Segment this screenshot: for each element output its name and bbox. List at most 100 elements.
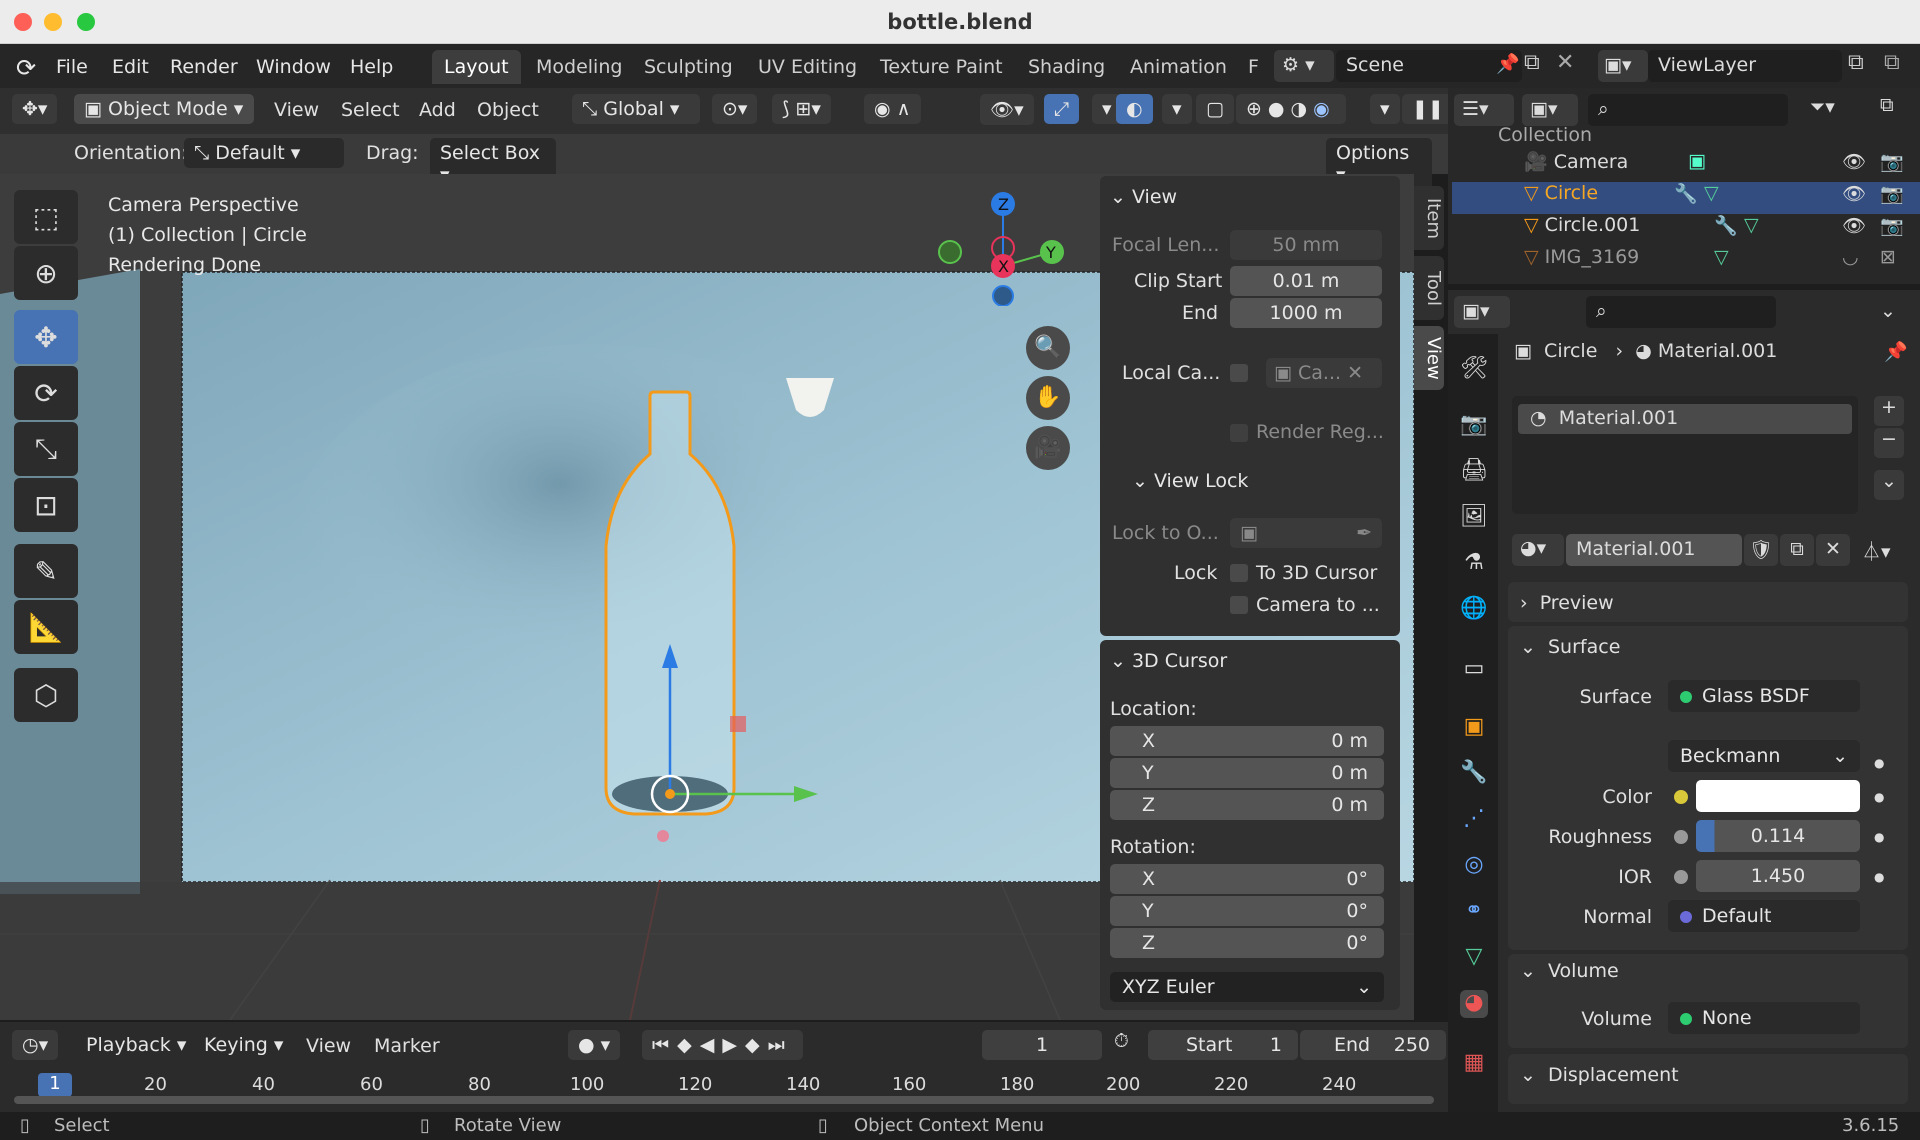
object-tab-icon[interactable]: ▣ xyxy=(1460,714,1488,742)
distribution-dropdown[interactable]: Beckmann ⌄ xyxy=(1668,740,1860,772)
visibility-icon[interactable]: 👁▾ xyxy=(980,94,1034,125)
outliner-row-camera[interactable]: 🎥 Camera ▣ 👁 📷 xyxy=(1452,150,1920,182)
cursor-rotation-z[interactable]: Z 0° xyxy=(1110,928,1384,958)
viewlayer-selector-icon[interactable]: ▣▾ xyxy=(1598,50,1648,82)
options-chevron-icon[interactable]: ⌄ xyxy=(1880,300,1896,322)
particles-tab-icon[interactable]: ⋰ xyxy=(1460,806,1488,834)
outliner-editor-icon[interactable]: ☰▾ xyxy=(1454,94,1514,126)
modifier-tab-icon[interactable]: 🔧 xyxy=(1460,760,1488,788)
texture-tab-icon[interactable]: ▦ xyxy=(1460,1050,1488,1078)
jump-end-icon[interactable]: ⏭ xyxy=(768,1034,793,1056)
current-frame-field[interactable]: 1 xyxy=(982,1030,1102,1060)
surface-section-header[interactable]: ⌄ Surface xyxy=(1520,636,1620,658)
preview-range-icon[interactable]: ⏱ xyxy=(1114,1030,1129,1052)
display-mode-icon[interactable]: ▣▾ xyxy=(1522,94,1578,126)
link-type-icon[interactable]: ⏃▾ xyxy=(1856,534,1908,566)
remove-slot-button[interactable]: − xyxy=(1874,428,1904,458)
cursor-panel-header[interactable]: ⌄ 3D Cursor xyxy=(1110,650,1227,672)
tab-tool[interactable]: Tool xyxy=(1414,256,1444,320)
scene-name-field[interactable]: Scene xyxy=(1336,50,1522,82)
outliner-row-circle[interactable]: ▽ Circle 🔧 ▽ 👁 📷 xyxy=(1452,182,1920,214)
timeline-marker-menu[interactable]: Marker xyxy=(374,1035,440,1057)
output-tab-icon[interactable]: 🖨 xyxy=(1460,458,1488,486)
pan-hand-icon[interactable]: ✋ xyxy=(1026,376,1070,420)
ior-field[interactable]: 1.450 xyxy=(1696,860,1860,892)
overlays-icon[interactable]: ◐ xyxy=(1116,94,1153,124)
cursor-location-z[interactable]: Z 0 m xyxy=(1110,790,1384,820)
next-keyframe-icon[interactable]: ◆ xyxy=(745,1034,768,1056)
displacement-section-header[interactable]: ⌄ Displacement xyxy=(1520,1064,1679,1086)
cursor-rotation-y[interactable]: Y 0° xyxy=(1110,896,1384,926)
tab-texture-paint[interactable]: Texture Paint xyxy=(868,50,1015,84)
header-select-menu[interactable]: Select xyxy=(341,99,400,121)
viewlayer-name-field[interactable]: ViewLayer xyxy=(1648,50,1842,82)
measure-tool-icon[interactable]: 📐 xyxy=(14,600,78,654)
material-slot-item[interactable]: ◔ Material.001 xyxy=(1518,404,1852,434)
view-lock-header[interactable]: ⌄ View Lock xyxy=(1132,470,1248,492)
camera-view-icon[interactable]: 🎥 xyxy=(1026,426,1070,470)
new-scene-icon[interactable]: ⧉ xyxy=(1524,50,1540,75)
local-camera-field[interactable]: ▣ Ca... ✕ xyxy=(1266,358,1382,388)
render-camera-icon[interactable]: 📷 xyxy=(1880,214,1904,237)
playback-controls[interactable]: ⏮◆◀▶◆⏭ xyxy=(642,1030,803,1060)
duplicate-material-icon[interactable]: ⧉ xyxy=(1780,534,1814,566)
transform-orientation-dropdown[interactable]: ⤡ Global ▾ xyxy=(572,94,700,124)
animate-dot[interactable]: ● xyxy=(1874,756,1884,770)
scene-tab-icon[interactable]: ⚗ xyxy=(1460,550,1488,578)
delete-scene-icon[interactable]: ✕ xyxy=(1556,50,1574,75)
editor-type-icon[interactable]: ✥▾ xyxy=(12,94,58,124)
render-camera-icon[interactable]: 📷 xyxy=(1880,150,1904,173)
cursor-location-y[interactable]: Y 0 m xyxy=(1110,758,1384,788)
add-slot-button[interactable]: + xyxy=(1874,396,1904,426)
tab-shading[interactable]: Shading xyxy=(1016,50,1117,84)
unlink-material-icon[interactable]: ✕ xyxy=(1816,534,1850,566)
outliner-row-img[interactable]: ▽ IMG_3169 ▽ ◡ ⊠ xyxy=(1452,246,1920,278)
prev-keyframe-icon[interactable]: ◆ xyxy=(677,1034,700,1056)
tab-uv-editing[interactable]: UV Editing xyxy=(746,50,869,84)
render-camera-off-icon[interactable]: ⊠ xyxy=(1880,246,1896,268)
view-layer-tab-icon[interactable]: 🖼 xyxy=(1460,504,1488,532)
local-camera-checkbox[interactable] xyxy=(1230,364,1248,382)
tab-layout[interactable]: Layout xyxy=(432,50,521,84)
data-tab-icon[interactable]: ▽ xyxy=(1460,944,1488,972)
add-cube-tool-icon[interactable]: ⬡ xyxy=(14,668,78,722)
mode-dropdown[interactable]: ▣ Object Mode ▾ xyxy=(74,94,254,124)
render-camera-icon[interactable]: 📷 xyxy=(1880,182,1904,205)
blender-logo-icon[interactable]: ⟳ xyxy=(16,54,36,82)
tab-sculpting[interactable]: Sculpting xyxy=(632,50,745,84)
cursor-location-x[interactable]: X 0 m xyxy=(1110,726,1384,756)
annotate-tool-icon[interactable]: ✎ xyxy=(14,544,78,598)
filter-icon[interactable]: ⏷▾ xyxy=(1810,96,1835,118)
tool-tab-icon[interactable]: 🛠 xyxy=(1460,356,1488,384)
playhead-frame[interactable]: 1 xyxy=(38,1073,72,1097)
physics-tab-icon[interactable]: ◎ xyxy=(1460,852,1488,880)
world-tab-icon[interactable]: 🌐 xyxy=(1460,596,1488,624)
play-icon[interactable]: ▶ xyxy=(722,1034,745,1056)
eye-closed-icon[interactable]: ◡ xyxy=(1842,246,1859,268)
cursor-rotation-x[interactable]: X 0° xyxy=(1110,864,1384,894)
preview-section-header[interactable]: › Preview xyxy=(1520,592,1614,614)
normal-field[interactable]: Default xyxy=(1668,900,1860,932)
tab-more[interactable]: F xyxy=(1236,50,1271,84)
animate-dot[interactable]: ● xyxy=(1874,830,1884,844)
transform-tool-icon[interactable]: ⊡ xyxy=(14,478,78,532)
eyedropper-icon[interactable]: ✒ xyxy=(1356,522,1372,544)
animate-dot[interactable]: ● xyxy=(1874,870,1884,884)
rotate-tool-icon[interactable]: ⟳ xyxy=(14,366,78,420)
color-swatch[interactable] xyxy=(1696,780,1860,812)
pin-icon[interactable]: 📌 xyxy=(1496,52,1520,75)
lock-to-object-field[interactable]: ▣ ✒ xyxy=(1230,518,1382,548)
menu-file[interactable]: File xyxy=(56,56,88,78)
zoom-icon[interactable]: 🔍 xyxy=(1026,326,1070,370)
header-view-menu[interactable]: View xyxy=(274,99,319,121)
outliner-row-circle001[interactable]: ▽ Circle.001 🔧 ▽ 👁 📷 xyxy=(1452,214,1920,246)
collection-tab-icon[interactable]: ▭ xyxy=(1460,656,1488,684)
pivot-icon[interactable]: ⊙▾ xyxy=(712,94,758,124)
clip-start-field[interactable]: 0.01 m xyxy=(1230,266,1382,296)
menu-edit[interactable]: Edit xyxy=(112,56,149,78)
delete-viewlayer-icon[interactable]: ⧉ xyxy=(1884,50,1900,75)
shading-dropdown-icon[interactable]: ▾ xyxy=(1370,94,1400,124)
material-tab-icon[interactable]: ◕ xyxy=(1460,990,1488,1018)
camera-to-view-checkbox[interactable] xyxy=(1230,596,1248,614)
menu-help[interactable]: Help xyxy=(350,56,393,78)
